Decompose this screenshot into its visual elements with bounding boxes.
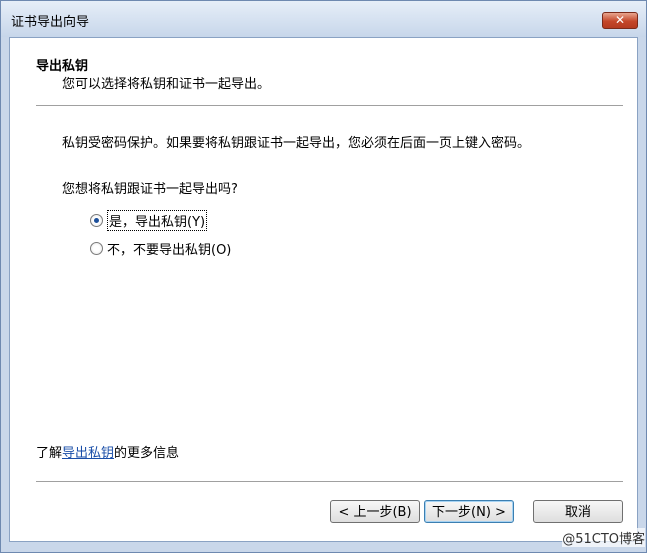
watermark: @51CTO博客 xyxy=(562,528,645,547)
question-text: 您想将私钥跟证书一起导出吗? xyxy=(62,182,238,197)
title-bar[interactable]: 证书导出向导 ✕ xyxy=(1,1,646,37)
option-do-not-export-private-key[interactable]: 不，不要导出私钥(O) xyxy=(90,239,231,258)
radio-button-unchecked[interactable] xyxy=(90,242,103,255)
next-button[interactable]: 下一步(N) > xyxy=(424,500,514,523)
cancel-button[interactable]: 取消 xyxy=(533,500,623,523)
option-export-private-key[interactable]: 是，导出私钥(Y) xyxy=(90,210,208,231)
option-label-no: 不，不要导出私钥(O) xyxy=(107,243,232,258)
description-text: 私钥受密码保护。如果要将私钥跟证书一起导出，您必须在后面一页上键入密码。 xyxy=(62,136,531,151)
wizard-header: 导出私钥 您可以选择将私钥和证书一起导出。 xyxy=(10,38,637,105)
export-private-key-link[interactable]: 导出私钥 xyxy=(62,446,114,461)
window-title: 证书导出向导 xyxy=(11,15,90,30)
footer-divider xyxy=(36,481,623,483)
option-label-yes: 是，导出私钥(Y) xyxy=(107,210,208,231)
radio-button-checked[interactable] xyxy=(90,214,103,227)
page-subtitle: 您可以选择将私钥和证书一起导出。 xyxy=(62,77,271,92)
wizard-content: 导出私钥 您可以选择将私钥和证书一起导出。 私钥受密码保护。如果要将私钥跟证书一… xyxy=(9,37,638,542)
learn-more-suffix: 的更多信息 xyxy=(114,446,180,461)
header-divider xyxy=(36,105,623,107)
back-button[interactable]: < 上一步(B) xyxy=(330,500,420,523)
close-button[interactable]: ✕ xyxy=(602,12,638,29)
learn-more-prefix: 了解 xyxy=(36,446,63,461)
certificate-export-wizard-window: 证书导出向导 ✕ 导出私钥 您可以选择将私钥和证书一起导出。 私钥受密码保护。如… xyxy=(0,0,647,553)
page-title: 导出私钥 xyxy=(36,59,89,74)
learn-more-line: 了解导出私钥的更多信息 xyxy=(36,442,179,461)
